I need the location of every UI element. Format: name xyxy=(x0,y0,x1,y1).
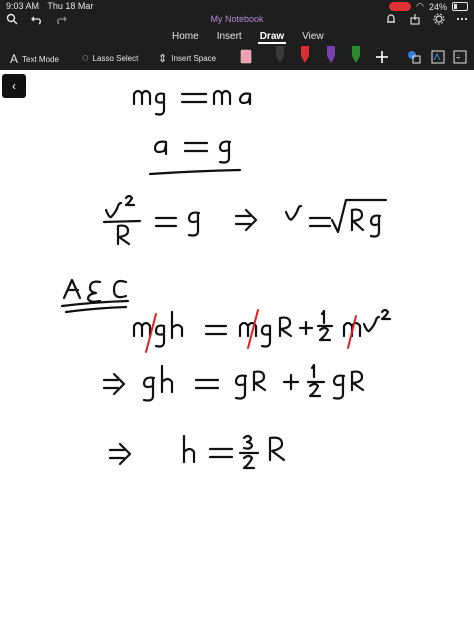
insert-space-button[interactable]: ⇕ Insert Space xyxy=(158,52,216,65)
text-mode-label: Text Mode xyxy=(22,54,59,64)
tab-insert[interactable]: Insert xyxy=(215,31,244,44)
text-mode-icon: A xyxy=(10,52,19,66)
status-bar: 9:03 AM Thu 18 Mar xyxy=(6,1,99,11)
handwritten-notes xyxy=(60,89,392,470)
share-icon[interactable] xyxy=(408,12,422,26)
status-right: ◠ 24% xyxy=(389,1,468,12)
ink-line-mg-ma xyxy=(132,89,252,116)
ink-line-gh xyxy=(102,363,365,402)
undo-icon[interactable] xyxy=(30,12,44,26)
insert-space-icon: ⇕ xyxy=(158,53,168,65)
lasso-select-button[interactable]: ◌ Lasso Select xyxy=(82,52,138,64)
lasso-icon: ◌ xyxy=(82,52,89,64)
svg-text:÷: ÷ xyxy=(456,53,461,62)
ink-line-aec xyxy=(60,278,130,314)
ink-line-energy xyxy=(132,308,392,353)
top-bar: 9:03 AM Thu 18 Mar ◠ 24% My Notebook Hom… xyxy=(0,0,474,70)
notebook-title: My Notebook xyxy=(210,14,264,24)
ink-to-shape-icon[interactable] xyxy=(430,49,446,65)
wifi-icon: ◠ xyxy=(416,1,424,11)
pen-green[interactable] xyxy=(350,46,362,64)
lasso-select-label: Lasso Select xyxy=(92,53,139,63)
tab-draw[interactable]: Draw xyxy=(257,31,287,44)
battery-icon xyxy=(452,2,468,11)
battery-percent: 24% xyxy=(428,1,447,12)
status-time: 9:03 AM xyxy=(6,1,40,11)
more-icon[interactable] xyxy=(455,12,469,26)
tab-home[interactable]: Home xyxy=(170,31,201,44)
shapes-icon[interactable] xyxy=(406,49,422,65)
eraser-tool[interactable] xyxy=(240,46,252,64)
draw-toolbar: A Text Mode ◌ Lasso Select ⇕ Insert Spac… xyxy=(0,48,474,70)
bell-icon[interactable] xyxy=(384,12,398,26)
status-date: Thu 18 Mar xyxy=(47,1,94,11)
pen-black[interactable] xyxy=(274,46,286,64)
ink-line-a-g xyxy=(148,140,242,176)
ink-to-math-icon[interactable]: ÷ xyxy=(452,49,468,65)
tab-view[interactable]: View xyxy=(300,31,326,44)
ink-line-v2-r xyxy=(102,194,388,246)
pen-purple[interactable] xyxy=(325,46,337,64)
recording-indicator xyxy=(389,2,412,11)
add-pen-icon[interactable] xyxy=(374,49,390,65)
ink-line-h-result xyxy=(108,434,286,470)
text-mode-button[interactable]: A Text Mode xyxy=(10,52,59,66)
redo-icon[interactable] xyxy=(54,12,68,26)
ribbon-tabs: Home Insert Draw View xyxy=(170,31,326,44)
settings-icon[interactable] xyxy=(432,12,446,26)
search-icon[interactable] xyxy=(5,12,19,26)
pen-red[interactable] xyxy=(299,46,311,64)
insert-space-label: Insert Space xyxy=(171,54,217,63)
